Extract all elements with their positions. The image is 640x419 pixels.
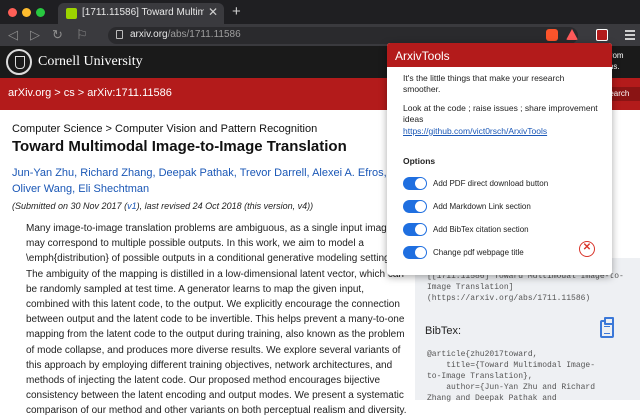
option-label: Add PDF direct download button	[433, 179, 549, 188]
options-title: Options	[403, 156, 436, 166]
url-path: /abs/1711.11586	[167, 29, 241, 40]
author-link[interactable]: Eli Shechtman	[78, 183, 149, 195]
popup-title: ArxivTools	[395, 49, 450, 63]
new-tab-button[interactable]: +	[232, 3, 241, 20]
author-link[interactable]: Alexei A. Efros	[312, 167, 384, 179]
address-bar[interactable]: arxiv.org/abs/1711.11586	[108, 27, 578, 44]
browser-tab-bar: [1711.11586] Toward Multimodal ✕ +	[0, 0, 640, 24]
close-window-icon[interactable]	[8, 8, 17, 17]
bookmark-icon[interactable]: ⚐	[76, 27, 88, 43]
toggle-switch[interactable]	[403, 177, 427, 190]
reload-icon[interactable]: ↻	[52, 27, 63, 43]
toggle-switch[interactable]	[403, 246, 427, 259]
url-host: arxiv.org	[130, 29, 168, 40]
popup-header: ArxivTools	[387, 43, 612, 67]
popup-code-note: Look at the code ; raise issues ; share …	[403, 103, 598, 124]
tab-title: [1711.11586] Toward Multimodal	[82, 7, 204, 18]
author-link[interactable]: Deepak Pathak	[159, 167, 234, 179]
popup-tagline: It's the little things that make your re…	[403, 73, 565, 94]
option-label: Add BibTex citation section	[433, 225, 529, 234]
bibtex-text: @article{zhu2017toward, title={Toward Mu…	[427, 350, 596, 403]
favicon-icon	[66, 8, 77, 19]
brave-shields-icon[interactable]	[546, 29, 558, 41]
cornell-seal-icon	[6, 49, 32, 75]
forward-icon[interactable]: ▷	[30, 27, 40, 43]
toggle-switch[interactable]	[403, 223, 427, 236]
tab-close-icon[interactable]: ✕	[208, 5, 218, 19]
author-link[interactable]: Trevor Darrell	[240, 167, 307, 179]
author-link[interactable]: Oliver Wang	[12, 183, 72, 195]
toggle-switch[interactable]	[403, 200, 427, 213]
option-markdown-link[interactable]: Add Markdown Link section	[403, 200, 603, 214]
markdown-link-text: [[1711.11586] Toward Multimodal Image-to…	[427, 272, 624, 303]
back-icon[interactable]: ◁	[8, 27, 18, 43]
minimize-window-icon[interactable]	[22, 8, 31, 17]
author-link[interactable]: Richard Zhang	[80, 167, 152, 179]
maximize-window-icon[interactable]	[36, 8, 45, 17]
abstract-text: Many image-to-image translation problems…	[26, 223, 407, 417]
submission-info: (Submitted on 30 Nov 2017 (v1), last rev…	[12, 201, 314, 211]
version-link[interactable]: v1	[127, 201, 137, 211]
author-list: Jun-Yan Zhu, Richard Zhang, Deepak Patha…	[12, 167, 387, 195]
arxivtools-extension-icon[interactable]	[596, 29, 608, 41]
breadcrumb[interactable]: arXiv.org > cs > arXiv:1711.11586	[8, 87, 172, 99]
option-pdf-title[interactable]: Change pdf webpage title	[403, 246, 603, 260]
bibtex-label: BibTex:	[425, 325, 462, 337]
arxivtools-popup: ArxivTools It's the little things that m…	[387, 43, 612, 275]
menu-icon[interactable]	[625, 30, 635, 42]
option-bibtex-citation[interactable]: Add BibTex citation section	[403, 223, 603, 237]
subject-heading: Computer Science > Computer Vision and P…	[12, 123, 318, 135]
browser-tab[interactable]: [1711.11586] Toward Multimodal ✕	[58, 3, 224, 24]
option-label: Add Markdown Link section	[433, 202, 531, 211]
brave-rewards-icon[interactable]	[566, 29, 578, 40]
lock-icon	[116, 30, 123, 39]
close-popup-button[interactable]: ✕	[579, 241, 595, 257]
clipboard-icon[interactable]	[600, 317, 614, 338]
cornell-name[interactable]: Cornell University	[38, 54, 143, 70]
option-pdf-download[interactable]: Add PDF direct download button	[403, 177, 603, 191]
option-label: Change pdf webpage title	[433, 248, 524, 257]
github-link[interactable]: https://github.com/vict0rsch/ArxivTools	[403, 126, 547, 136]
author-link[interactable]: Jun-Yan Zhu	[12, 167, 74, 179]
paper-title: Toward Multimodal Image-to-Image Transla…	[12, 138, 347, 155]
